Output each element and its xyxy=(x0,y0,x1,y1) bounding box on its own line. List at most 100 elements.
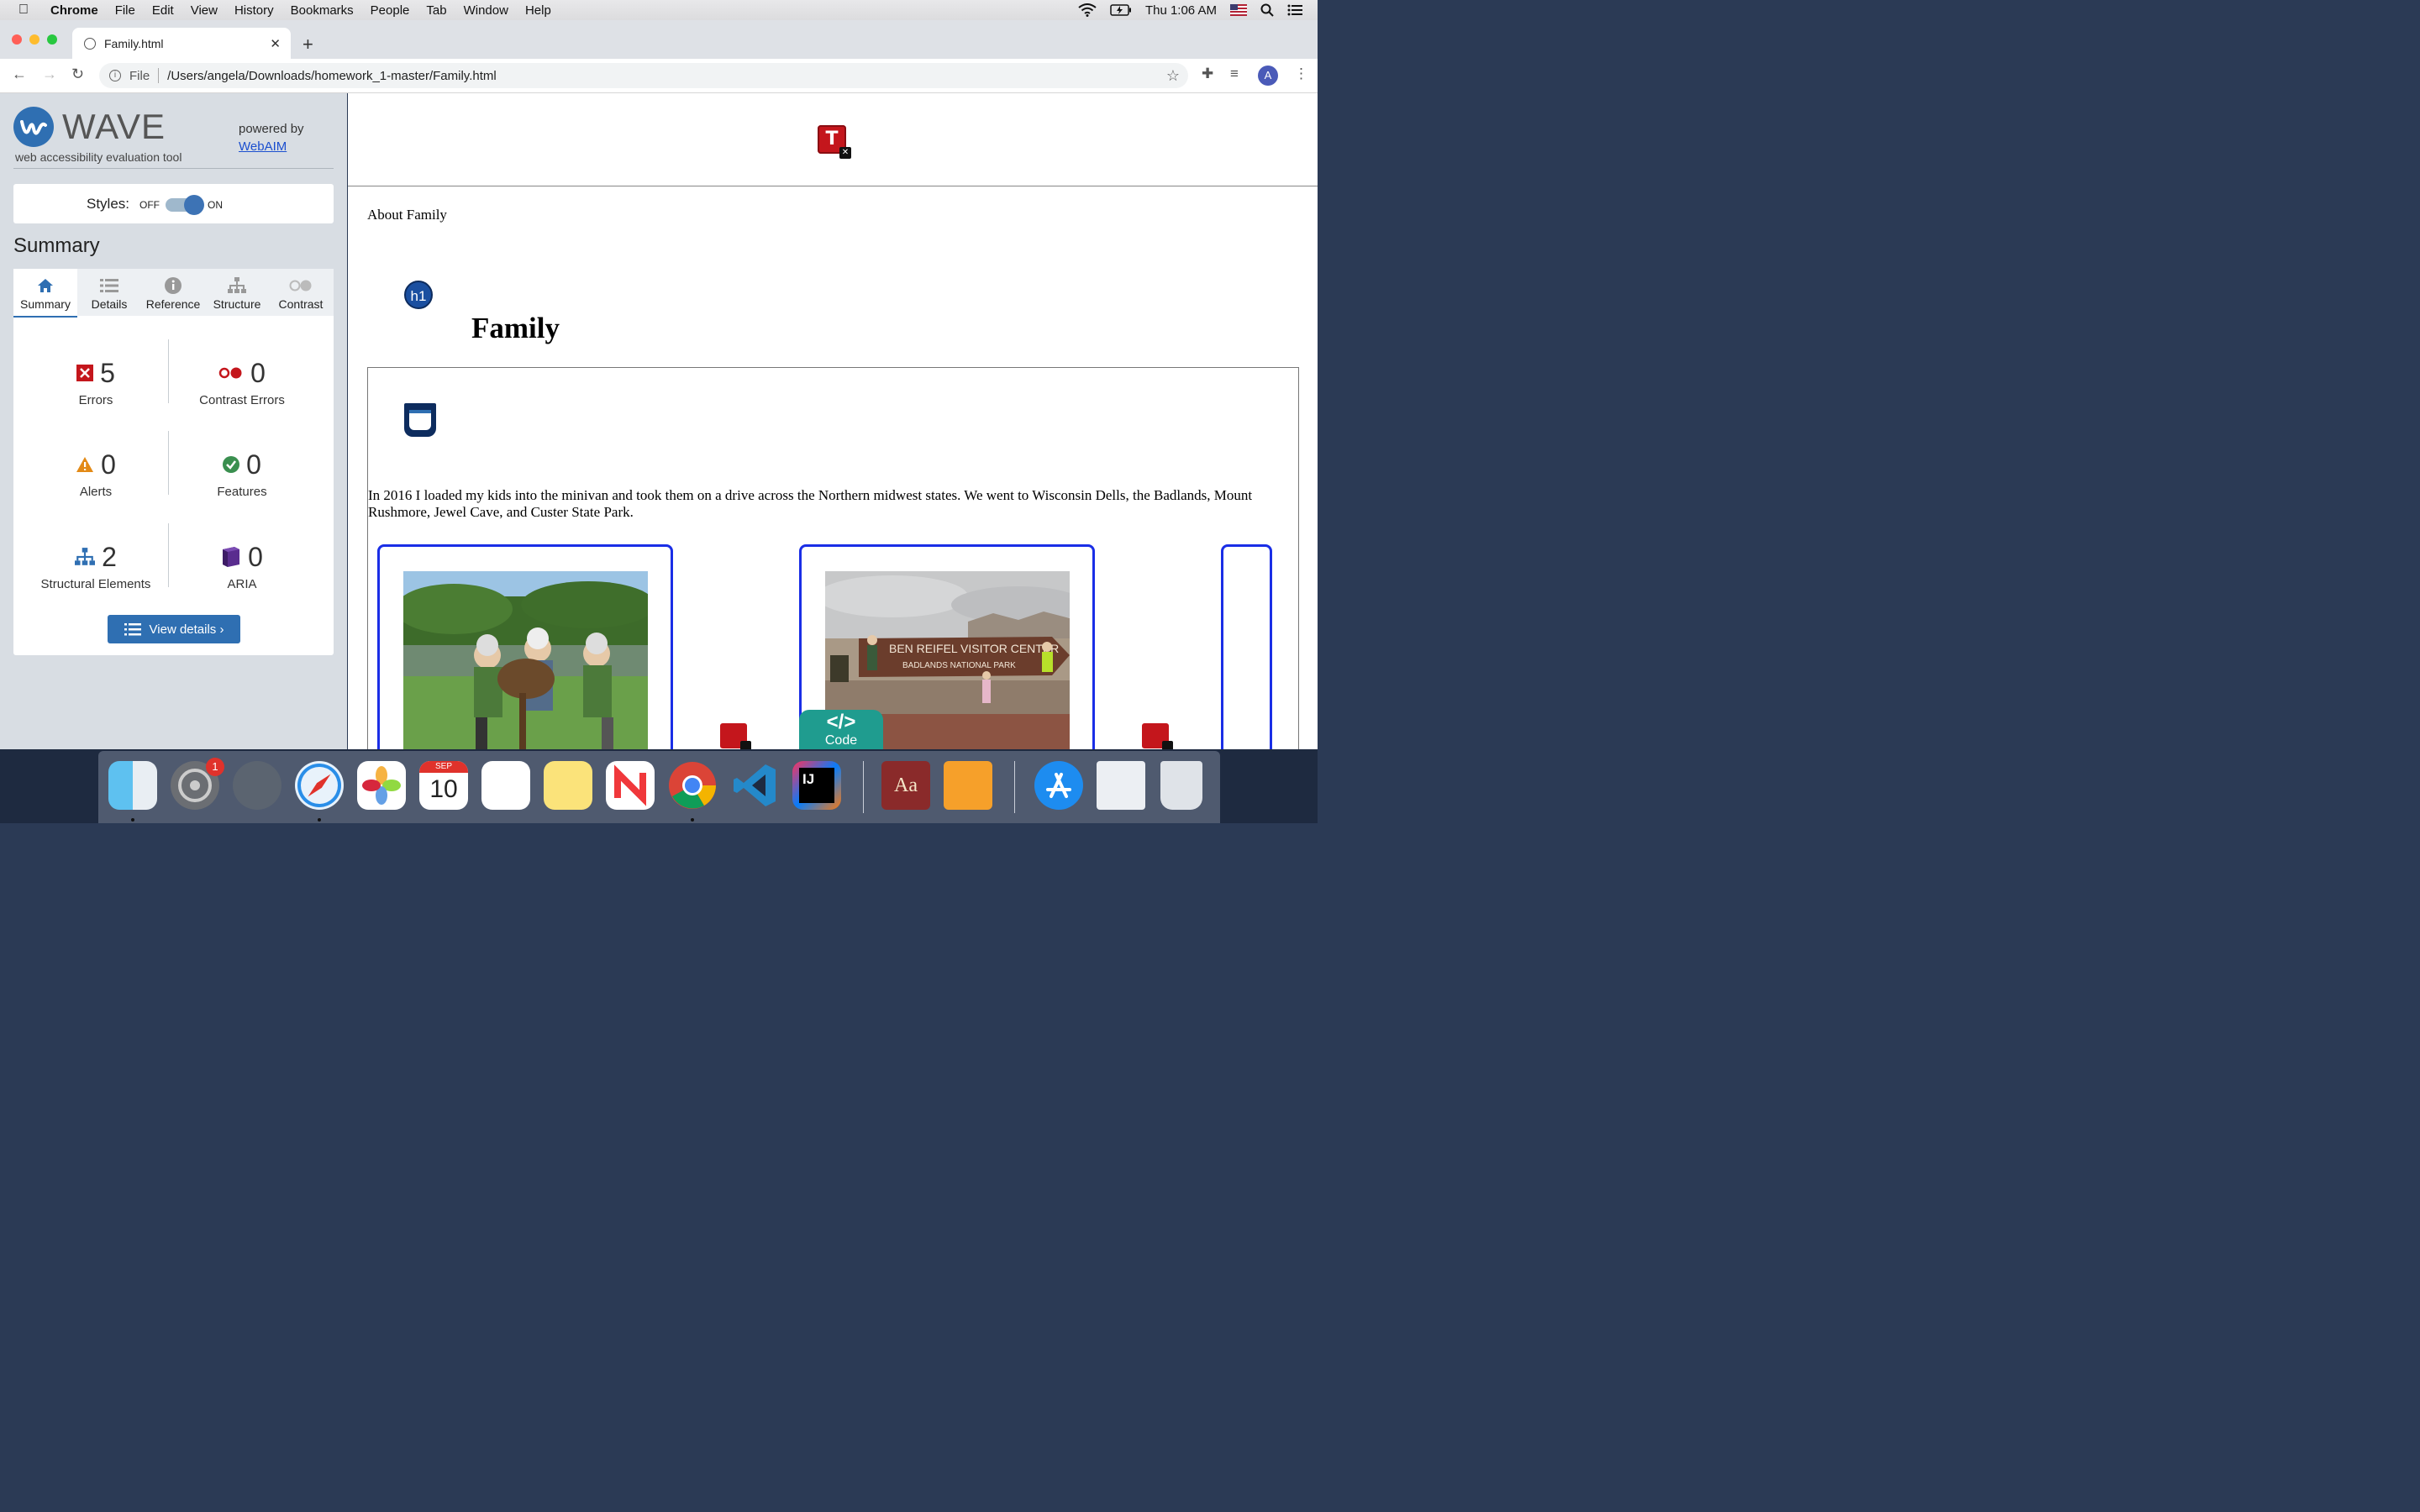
webaim-link[interactable]: WebAIM xyxy=(239,139,287,154)
structure-icon xyxy=(75,548,96,565)
forward-arrow-icon[interactable]: → xyxy=(42,66,57,83)
address-bar[interactable]: i File /Users/angela/Downloads/homework_… xyxy=(99,63,1188,88)
running-indicator xyxy=(131,818,134,822)
app-store-icon[interactable] xyxy=(1034,761,1083,810)
battery-icon[interactable] xyxy=(1110,4,1132,16)
code-icon: </> xyxy=(826,711,856,733)
wave-logo-icon xyxy=(13,107,54,147)
vscode-icon[interactable] xyxy=(730,761,779,810)
chrome-menu-icon[interactable]: ⋮ xyxy=(1294,66,1308,82)
pages-icon[interactable] xyxy=(944,761,992,810)
styles-label: Styles: xyxy=(87,196,130,212)
tab-details[interactable]: Details xyxy=(77,269,141,316)
apple-menu-icon[interactable]:  xyxy=(18,3,35,18)
menu-tab[interactable]: Tab xyxy=(426,3,446,18)
code-toggle-button[interactable]: </> Code xyxy=(799,710,883,749)
media-queue-icon[interactable]: ≡ xyxy=(1230,66,1239,82)
bookmark-star-icon[interactable]: ☆ xyxy=(1166,67,1180,85)
structural-label: Structural Elements xyxy=(40,577,151,591)
menu-history[interactable]: History xyxy=(234,3,274,18)
profile-avatar[interactable]: A xyxy=(1258,66,1278,86)
stat-structural[interactable]: 2 Structural Elements xyxy=(20,540,171,592)
main-region-icon[interactable] xyxy=(404,403,436,437)
menu-bookmarks[interactable]: Bookmarks xyxy=(291,3,354,18)
site-info-icon[interactable]: i xyxy=(109,70,121,81)
running-indicator xyxy=(318,818,321,822)
about-link[interactable]: About Family xyxy=(367,207,447,223)
menu-app-name[interactable]: Chrome xyxy=(50,3,98,18)
tab-reference[interactable]: Reference xyxy=(141,269,205,316)
intro-paragraph: In 2016 I loaded my kids into the miniva… xyxy=(368,487,1253,520)
stat-features[interactable]: 0 Features xyxy=(166,448,318,500)
menubar-clock[interactable]: Thu 1:06 AM xyxy=(1145,3,1217,18)
tab-close-icon[interactable]: ✕ xyxy=(270,36,281,51)
document-file-icon[interactable] xyxy=(1097,761,1145,810)
image-alt-error-icon[interactable] xyxy=(1142,723,1173,749)
tab-reference-label: Reference xyxy=(145,297,201,311)
list-icon xyxy=(77,274,141,297)
macos-dock: 1 SEP 10 IJ Aa xyxy=(98,751,1220,823)
intellij-icon[interactable]: IJ xyxy=(792,761,841,810)
extensions-puzzle-icon[interactable]: ✚ xyxy=(1202,66,1213,82)
menu-window[interactable]: Window xyxy=(464,3,508,18)
code-label: Code xyxy=(824,733,858,748)
wave-title: WAVE xyxy=(62,107,166,146)
wave-subtitle: web accessibility evaluation tool xyxy=(15,150,182,164)
browser-tab-active[interactable]: Family.html ✕ xyxy=(72,28,291,59)
calendar-icon[interactable]: SEP 10 xyxy=(419,761,468,810)
image-alt-error-icon[interactable] xyxy=(720,723,751,749)
tab-structure[interactable]: Structure xyxy=(205,269,269,316)
stat-errors[interactable]: 5 Errors xyxy=(20,356,171,407)
dictionary-icon[interactable]: Aa xyxy=(881,761,930,810)
trash-icon[interactable] xyxy=(1160,761,1202,810)
contrast-errors-label: Contrast Errors xyxy=(199,393,285,407)
tab-details-label: Details xyxy=(91,297,128,311)
notification-center-icon[interactable] xyxy=(1287,4,1302,16)
us-flag-icon[interactable] xyxy=(1230,4,1247,16)
stat-alerts[interactable]: 0 Alerts xyxy=(20,448,171,499)
notification-badge: 1 xyxy=(206,758,224,776)
safari-compass-icon[interactable] xyxy=(295,761,344,810)
chrome-icon[interactable] xyxy=(668,761,717,810)
wifi-icon[interactable] xyxy=(1078,3,1097,17)
main-content-region: In 2016 I loaded my kids into the miniva… xyxy=(367,367,1299,749)
styles-off-label: OFF xyxy=(139,199,160,211)
window-minimize-button[interactable] xyxy=(29,34,39,45)
empty-table-header-icon[interactable]: T ✕ xyxy=(818,125,851,159)
news-icon[interactable] xyxy=(606,761,655,810)
launchpad-rocket-icon[interactable] xyxy=(233,761,281,810)
reload-icon[interactable]: ↻ xyxy=(71,66,84,83)
tab-summary[interactable]: Summary xyxy=(13,269,77,318)
window-close-button[interactable] xyxy=(12,34,22,45)
browser-tabstrip: Family.html ✕ + xyxy=(0,20,1318,59)
view-details-button[interactable]: View details › xyxy=(108,615,240,643)
menu-view[interactable]: View xyxy=(191,3,218,18)
tab-contrast[interactable]: Contrast xyxy=(269,269,333,316)
styles-toggle-knob[interactable] xyxy=(184,195,204,215)
menu-people[interactable]: People xyxy=(371,3,410,18)
contrast-icon xyxy=(269,274,333,297)
contrast-errors-count: 0 xyxy=(250,357,266,388)
menu-help[interactable]: Help xyxy=(525,3,551,18)
spotlight-search-icon[interactable] xyxy=(1260,3,1274,17)
url-separator xyxy=(158,68,160,83)
menu-file[interactable]: File xyxy=(115,3,135,18)
page-heading: Family xyxy=(471,312,560,344)
window-zoom-button[interactable] xyxy=(47,34,57,45)
tab-structure-label: Structure xyxy=(213,297,261,311)
features-count: 0 xyxy=(246,449,261,480)
h1-structure-icon[interactable]: h1 xyxy=(404,281,433,309)
photos-icon[interactable] xyxy=(357,761,406,810)
stat-contrast-errors[interactable]: 0 Contrast Errors xyxy=(166,356,318,408)
url-text[interactable]: /Users/angela/Downloads/homework_1-maste… xyxy=(167,69,497,83)
menu-edit[interactable]: Edit xyxy=(152,3,174,18)
new-tab-button[interactable]: + xyxy=(302,34,313,55)
back-arrow-icon[interactable]: ← xyxy=(12,66,27,83)
notes-icon[interactable] xyxy=(544,761,592,810)
finder-icon[interactable] xyxy=(108,761,157,810)
wave-tabs: Summary Details Reference Structure Cont… xyxy=(13,269,334,318)
error-icon xyxy=(76,365,94,381)
summary-panel: Summary Details Reference Structure Cont… xyxy=(13,269,334,655)
stat-aria[interactable]: 0 ARIA xyxy=(166,540,318,591)
reminders-icon[interactable] xyxy=(481,761,530,810)
